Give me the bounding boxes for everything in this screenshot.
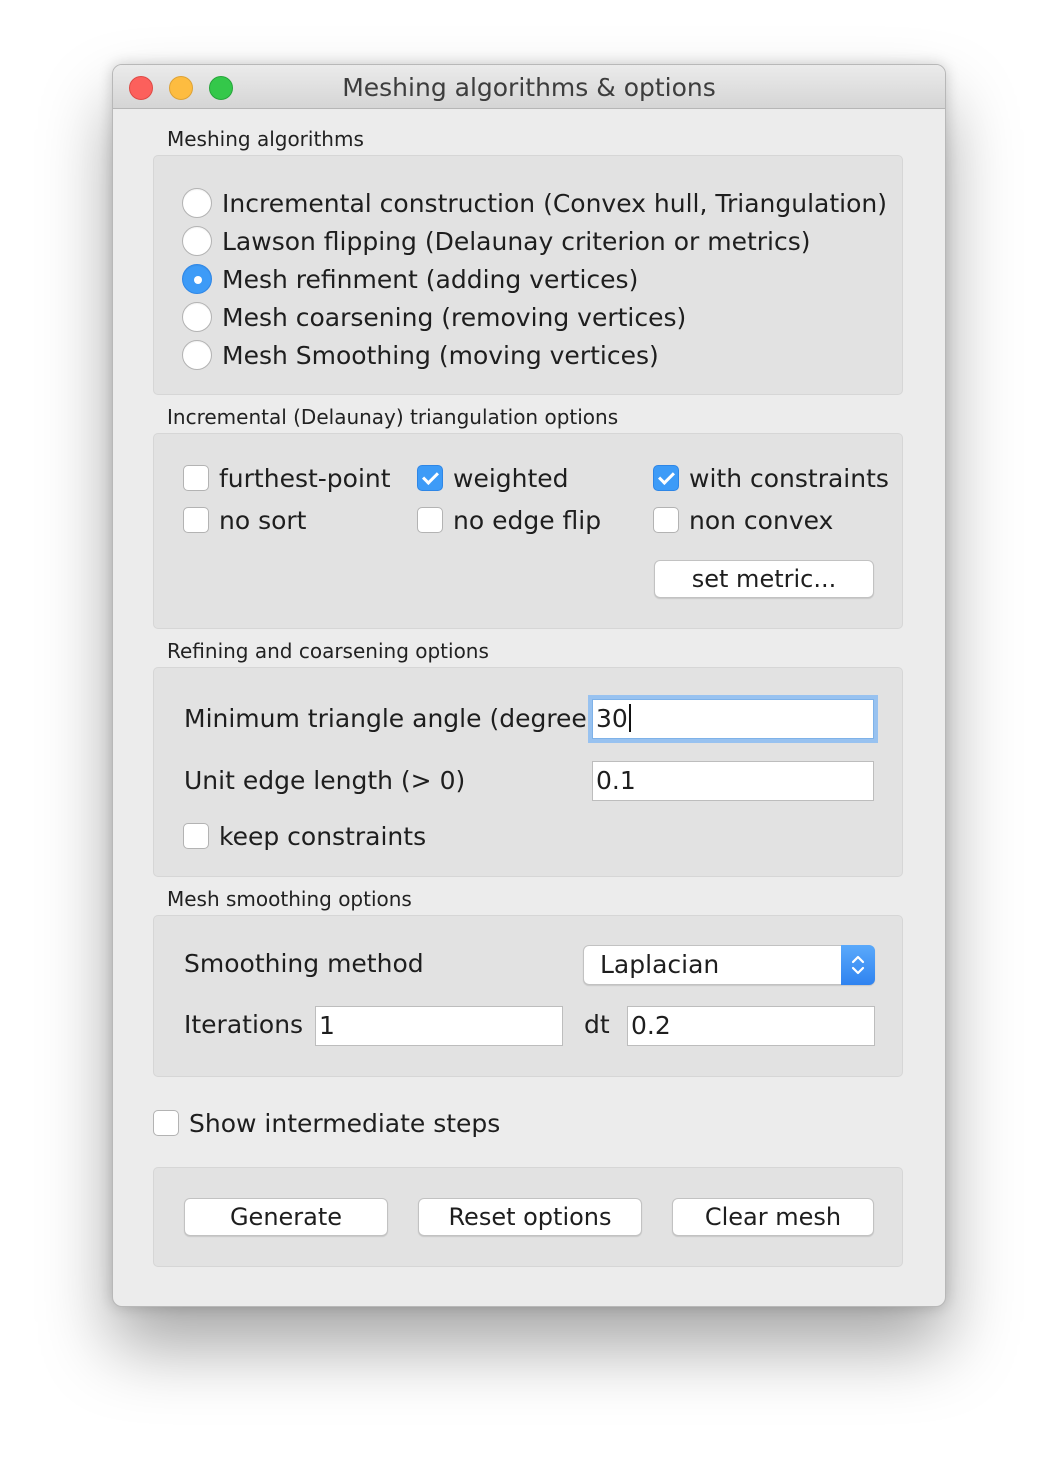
- non-convex-checkbox-row[interactable]: non convex: [653, 504, 833, 536]
- no-edge-flip-checkbox-row[interactable]: no edge flip: [417, 504, 601, 536]
- radio-incremental-construction[interactable]: Incremental construction (Convex hull, T…: [182, 185, 887, 221]
- radio-button-selected[interactable]: [182, 264, 212, 294]
- radio-label: Mesh coarsening (removing vertices): [222, 302, 687, 332]
- edge-length-input[interactable]: 0.1: [592, 761, 874, 801]
- checkbox-label: furthest-point: [219, 463, 391, 493]
- min-angle-label: Minimum triangle angle (degree): [184, 704, 597, 733]
- radio-lawson-flipping[interactable]: Lawson flipping (Delaunay criterion or m…: [182, 223, 811, 259]
- keep-constraints-checkbox[interactable]: [183, 823, 209, 849]
- chevron-up-down-icon[interactable]: [841, 945, 875, 985]
- radio-button[interactable]: [182, 188, 212, 218]
- weighted-checkbox[interactable]: [417, 465, 443, 491]
- clear-mesh-button[interactable]: Clear mesh: [672, 1198, 874, 1236]
- radio-mesh-coarsening[interactable]: Mesh coarsening (removing vertices): [182, 299, 686, 335]
- radio-label: Mesh refinment (adding vertices): [222, 264, 639, 294]
- meshing-algorithms-label: Meshing algorithms: [167, 127, 364, 151]
- show-intermediate-steps-row[interactable]: Show intermediate steps: [153, 1107, 500, 1139]
- no-sort-checkbox[interactable]: [183, 507, 209, 533]
- keep-constraints-checkbox-row[interactable]: keep constraints: [183, 820, 426, 852]
- dt-label: dt: [584, 1010, 610, 1039]
- edge-length-label: Unit edge length (> 0): [184, 766, 466, 795]
- dt-input[interactable]: 0.2: [627, 1006, 875, 1046]
- radio-label: Lawson flipping (Delaunay criterion or m…: [222, 226, 811, 256]
- furthest-point-checkbox[interactable]: [183, 465, 209, 491]
- radio-mesh-refinment[interactable]: Mesh refinment (adding vertices): [182, 261, 638, 297]
- radio-mesh-smoothing[interactable]: Mesh Smoothing (moving vertices): [182, 337, 659, 373]
- checkbox-label: Show intermediate steps: [189, 1108, 501, 1138]
- refining-options-label: Refining and coarsening options: [167, 639, 489, 663]
- smoothing-options-group: Smoothing method Laplacian Iterations 1 …: [153, 915, 903, 1077]
- iterations-input[interactable]: 1: [315, 1006, 563, 1046]
- actions-group: Generate Reset options Clear mesh: [153, 1167, 903, 1267]
- window: Meshing algorithms & options Meshing alg…: [112, 64, 946, 1307]
- text-caret: [628, 704, 631, 732]
- min-angle-value: 30: [596, 704, 628, 733]
- radio-label: Incremental construction (Convex hull, T…: [222, 188, 887, 218]
- weighted-checkbox-row[interactable]: weighted: [417, 462, 569, 494]
- triangulation-options-label: Incremental (Delaunay) triangulation opt…: [167, 405, 619, 429]
- smoothing-options-label: Mesh smoothing options: [167, 887, 412, 911]
- triangulation-options-group: furthest-point weighted with constraints…: [153, 433, 903, 629]
- checkbox-label: with constraints: [689, 463, 889, 493]
- radio-button[interactable]: [182, 340, 212, 370]
- window-title: Meshing algorithms & options: [342, 73, 716, 102]
- checkbox-label: no edge flip: [453, 505, 602, 535]
- min-angle-input[interactable]: 30: [592, 699, 874, 739]
- show-intermediate-steps-checkbox[interactable]: [153, 1110, 179, 1136]
- generate-button[interactable]: Generate: [184, 1198, 388, 1236]
- radio-label: Mesh Smoothing (moving vertices): [222, 340, 659, 370]
- no-edge-flip-checkbox[interactable]: [417, 507, 443, 533]
- refining-options-group: Minimum triangle angle (degree) 30 Unit …: [153, 667, 903, 877]
- furthest-point-checkbox-row[interactable]: furthest-point: [183, 462, 391, 494]
- checkbox-label: weighted: [453, 463, 569, 493]
- non-convex-checkbox[interactable]: [653, 507, 679, 533]
- radio-button[interactable]: [182, 302, 212, 332]
- checkbox-label: non convex: [689, 505, 834, 535]
- checkbox-label: keep constraints: [219, 821, 427, 851]
- reset-options-button[interactable]: Reset options: [418, 1198, 642, 1236]
- smoothing-method-value: Laplacian: [600, 950, 720, 979]
- meshing-algorithms-group: Incremental construction (Convex hull, T…: [153, 155, 903, 395]
- set-metric-button[interactable]: set metric...: [654, 560, 874, 598]
- smoothing-method-label: Smoothing method: [184, 949, 424, 978]
- smoothing-method-select[interactable]: Laplacian: [583, 945, 875, 985]
- title-bar[interactable]: Meshing algorithms & options: [113, 65, 945, 109]
- radio-button[interactable]: [182, 226, 212, 256]
- with-constraints-checkbox-row[interactable]: with constraints: [653, 462, 889, 494]
- iterations-label: Iterations: [184, 1010, 304, 1039]
- checkbox-label: no sort: [219, 505, 307, 535]
- no-sort-checkbox-row[interactable]: no sort: [183, 504, 307, 536]
- with-constraints-checkbox[interactable]: [653, 465, 679, 491]
